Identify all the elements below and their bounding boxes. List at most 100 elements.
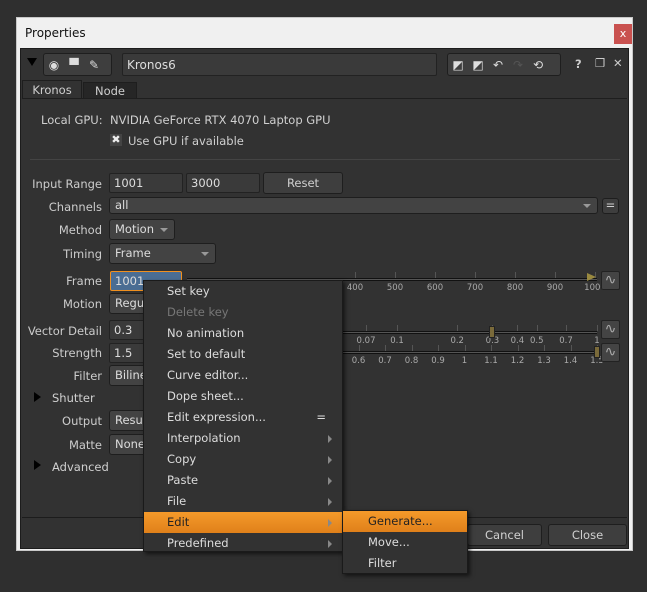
input-range-end[interactable]: 3000 — [186, 173, 260, 193]
menu-item-interpolation[interactable]: Interpolation — [144, 428, 342, 449]
menu-item-label: Set to default — [167, 347, 246, 361]
menu-item-label: Curve editor... — [167, 368, 249, 382]
slider-tick — [570, 345, 572, 351]
menu-item-edit-expression[interactable]: Edit expression... = — [144, 407, 342, 428]
matte-label: Matte — [68, 438, 102, 452]
close-panel-icon[interactable]: ✕ — [613, 56, 623, 70]
revert-icon[interactable]: ⟲ — [528, 54, 548, 76]
menu-item-generate[interactable]: Generate... — [343, 511, 467, 532]
edit-submenu: Generate... Move... Filter — [342, 510, 468, 574]
menu-item-label: File — [167, 494, 187, 508]
menu-item-label: Edit — [167, 515, 190, 529]
submenu-arrow-icon — [328, 477, 332, 485]
frame-label: Frame — [66, 274, 102, 288]
menu-item-set-key[interactable]: Set key — [144, 281, 342, 302]
slider-tick — [555, 272, 556, 278]
output-label: Output — [62, 414, 102, 428]
color-swatch-2-icon[interactable]: ◩ — [468, 54, 488, 76]
menu-item-edit[interactable]: Edit — [144, 512, 342, 533]
menu-item-predefined[interactable]: Predefined — [144, 533, 342, 554]
menu-item-label: Edit expression... — [167, 410, 266, 424]
viewer-icon[interactable]: ▀ — [64, 54, 84, 76]
menu-item-delete-key[interactable]: Delete key — [144, 302, 342, 323]
menu-item-label: No animation — [167, 326, 245, 340]
use-gpu-label: Use GPU if available — [128, 134, 244, 148]
slider-tick — [366, 325, 368, 331]
tab-node[interactable]: Node — [83, 82, 137, 99]
slider-tick — [435, 272, 436, 278]
node-toolbar-left: ◉ ▀ ✎ — [43, 53, 112, 76]
slider-tick — [355, 272, 356, 278]
node-name-input[interactable]: Kronos6 — [122, 53, 437, 76]
menu-item-no-animation[interactable]: No animation — [144, 323, 342, 344]
menu-item-dope-sheet[interactable]: Dope sheet... — [144, 386, 342, 407]
current-frame-marker-icon — [587, 273, 596, 281]
color-swatch-icon[interactable]: ◩ — [448, 54, 468, 76]
slider-tick-label: 600 — [426, 283, 444, 293]
redo-icon[interactable]: ↷ — [508, 54, 528, 76]
cancel-button[interactable]: Cancel — [467, 524, 542, 546]
reset-button[interactable]: Reset — [263, 172, 343, 194]
menu-item-copy[interactable]: Copy — [144, 449, 342, 470]
menu-item-label: Generate... — [368, 514, 433, 528]
slider-tick — [397, 325, 398, 331]
menu-item-file[interactable]: File — [144, 491, 342, 512]
slider-handle[interactable] — [594, 346, 600, 358]
view-icon[interactable]: ◉ — [44, 54, 64, 76]
close-button[interactable]: Close — [548, 524, 627, 546]
timing-dropdown[interactable]: Frame — [109, 243, 216, 264]
slider-tick — [517, 325, 519, 331]
frame-curve-icon[interactable]: ∿ — [601, 271, 620, 290]
use-gpu-checkbox[interactable]: ✖ — [110, 134, 122, 146]
slider-handle[interactable] — [489, 326, 496, 338]
menu-item-set-to-default[interactable]: Set to default — [144, 344, 342, 365]
undo-icon[interactable]: ↶ — [488, 54, 508, 76]
slider-tick-label: 700 — [466, 283, 484, 293]
collapse-icon[interactable] — [27, 58, 37, 66]
window-close-button[interactable]: x — [614, 24, 632, 44]
submenu-arrow-icon — [328, 456, 332, 464]
expand-advanced-icon[interactable] — [34, 460, 41, 470]
strength-label: Strength — [52, 346, 102, 360]
advanced-group[interactable]: Advanced — [52, 460, 109, 474]
menu-item-paste[interactable]: Paste — [144, 470, 342, 491]
slider-tick-label: 1.2 — [510, 356, 525, 366]
timing-value: Frame — [115, 246, 151, 260]
submenu-arrow-icon — [328, 498, 332, 506]
slider-tick-label: 1.3 — [537, 356, 551, 366]
strength-curve-icon[interactable]: ∿ — [601, 343, 620, 362]
tab-kronos[interactable]: Kronos — [22, 80, 82, 99]
shutter-group[interactable]: Shutter — [52, 391, 95, 405]
expand-shutter-icon[interactable] — [34, 392, 41, 402]
slider-tick-label: 0.7 — [378, 356, 392, 366]
motion-label: Motion — [63, 297, 102, 311]
local-gpu-label: Local GPU: — [41, 113, 103, 127]
channels-label: Channels — [48, 200, 102, 214]
slider-tick — [475, 272, 476, 278]
shortcut-label: = — [316, 410, 326, 424]
channels-equals-button[interactable]: = — [602, 198, 619, 214]
vector-detail-curve-icon[interactable]: ∿ — [601, 320, 620, 339]
wrench-icon[interactable]: ✎ — [84, 54, 104, 76]
method-dropdown[interactable]: Motion — [109, 219, 175, 240]
method-value: Motion — [115, 222, 154, 236]
slider-tick — [385, 345, 386, 351]
tab-divider — [22, 98, 627, 99]
help-icon[interactable]: ? — [575, 57, 582, 71]
submenu-arrow-icon — [328, 435, 332, 443]
menu-item-label: Paste — [167, 473, 199, 487]
slider-tick — [464, 345, 466, 351]
menu-item-curve-editor[interactable]: Curve editor... — [144, 365, 342, 386]
channels-dropdown[interactable]: all — [109, 197, 598, 214]
menu-item-filter[interactable]: Filter — [343, 553, 467, 574]
menu-item-move[interactable]: Move... — [343, 532, 467, 553]
input-range-label: Input Range — [32, 177, 102, 191]
menu-item-label: Dope sheet... — [167, 389, 244, 403]
slider-tick-label: 400 — [346, 283, 364, 293]
input-range-start[interactable]: 1001 — [109, 173, 183, 193]
slider-tick-label: 0.9 — [431, 356, 445, 366]
slider-tick-label: 900 — [546, 283, 564, 293]
float-icon[interactable]: ❐ — [595, 56, 605, 70]
slider-tick — [566, 325, 568, 331]
chevron-down-icon — [583, 204, 591, 208]
